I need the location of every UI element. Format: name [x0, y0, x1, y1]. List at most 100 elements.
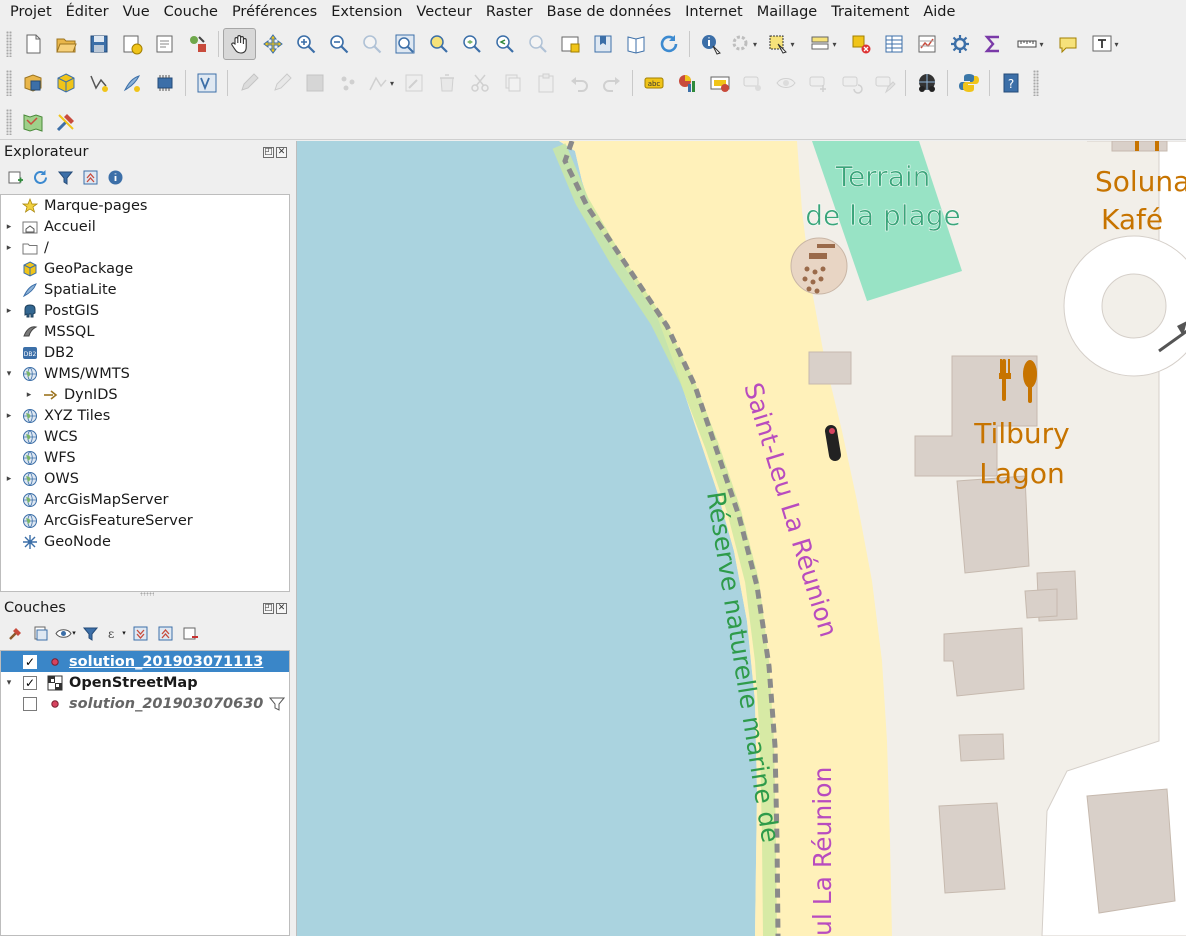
select-by-value-button[interactable]: ▾: [802, 28, 844, 60]
filter-browser-button[interactable]: [54, 166, 77, 188]
menu-vue[interactable]: Vue: [116, 0, 157, 25]
expand-arrow-icon[interactable]: ▸: [1, 411, 17, 421]
panel-splitter-handle[interactable]: [140, 592, 154, 596]
explorer-item-dynids[interactable]: ▸ DynIDS: [1, 384, 289, 405]
zoom-to-layer-button[interactable]: [454, 28, 487, 60]
expand-all-button[interactable]: [129, 622, 152, 644]
highlight-pinned-labels-button[interactable]: [703, 67, 736, 99]
explorer-item-geonode[interactable]: GeoNode: [1, 531, 289, 552]
layer-labeling-options-button[interactable]: abc: [637, 67, 670, 99]
help-button[interactable]: ?: [994, 67, 1027, 99]
collapse-arrow-icon[interactable]: ▾: [1, 678, 17, 688]
add-point-feature-button[interactable]: [331, 67, 364, 99]
filter-legend-button[interactable]: [79, 622, 102, 644]
measure-line-button[interactable]: ▾: [1009, 28, 1051, 60]
menu-preferences[interactable]: Préférences: [225, 0, 324, 25]
menu-raster[interactable]: Raster: [479, 0, 540, 25]
menu-maillage[interactable]: Maillage: [750, 0, 825, 25]
refresh-button[interactable]: [652, 28, 685, 60]
delete-selected-button[interactable]: [430, 67, 463, 99]
map-tips-button[interactable]: [1051, 28, 1084, 60]
zoom-out-button[interactable]: [322, 28, 355, 60]
show-hide-labels-button[interactable]: [769, 67, 802, 99]
run-feature-action-button[interactable]: ▾: [727, 28, 760, 60]
layout-manager-button[interactable]: [148, 28, 181, 60]
new-print-layout-button[interactable]: [115, 28, 148, 60]
change-label-button[interactable]: [868, 67, 901, 99]
explorer-item-arcgisfeatureserver[interactable]: ArcGisFeatureServer: [1, 510, 289, 531]
map-canvas[interactable]: Terrain de la plage Tilbury Lagon Soluna…: [296, 141, 1186, 936]
cut-features-button[interactable]: [463, 67, 496, 99]
style-manager-button[interactable]: [181, 28, 214, 60]
identify-features-button[interactable]: [694, 28, 727, 60]
copy-features-button[interactable]: [496, 67, 529, 99]
explorer-item-marque-pages[interactable]: Marque-pages: [1, 195, 289, 216]
save-project-button[interactable]: [82, 28, 115, 60]
enable-properties-button[interactable]: [104, 166, 127, 188]
modify-attributes-button[interactable]: [397, 67, 430, 99]
pan-map-button[interactable]: [223, 28, 256, 60]
layer-diagram-options-button[interactable]: [670, 67, 703, 99]
vertex-tool-button[interactable]: ▾: [364, 67, 397, 99]
remove-layer-button[interactable]: [179, 622, 202, 644]
zoom-full-button[interactable]: [388, 28, 421, 60]
close-panel-icon[interactable]: ✕: [276, 602, 287, 614]
current-edits-button[interactable]: [232, 67, 265, 99]
text-annotation-button[interactable]: ▾: [1084, 28, 1126, 60]
zoom-last-button[interactable]: [487, 28, 520, 60]
collapse-all-button[interactable]: [79, 166, 102, 188]
new-map-view-button[interactable]: [553, 28, 586, 60]
layer-row-solution-201903070630[interactable]: solution_201903070630: [1, 693, 289, 714]
paste-features-button[interactable]: [529, 67, 562, 99]
menu-internet[interactable]: Internet: [678, 0, 750, 25]
close-panel-icon[interactable]: ✕: [276, 146, 287, 158]
show-statistical-summary-button[interactable]: [976, 28, 1009, 60]
menu-vecteur[interactable]: Vecteur: [409, 0, 478, 25]
collapse-arrow-icon[interactable]: ▾: [1, 369, 17, 379]
new-geopackage-layer-button[interactable]: [49, 67, 82, 99]
statistical-summary-button[interactable]: [910, 28, 943, 60]
new-virtual-layer-button[interactable]: [190, 67, 223, 99]
menu-couche[interactable]: Couche: [157, 0, 225, 25]
new-temporary-layer-button[interactable]: [148, 67, 181, 99]
refresh-browser-button[interactable]: [29, 166, 52, 188]
zoom-native-resolution-button[interactable]: [355, 28, 388, 60]
explorer-item-arcgismapserver[interactable]: ArcGisMapServer: [1, 489, 289, 510]
new-project-button[interactable]: [16, 28, 49, 60]
zoom-next-button[interactable]: [520, 28, 553, 60]
new-bookmark-button[interactable]: [586, 28, 619, 60]
toolbar-handle[interactable]: [6, 108, 12, 135]
explorer-item-geopackage[interactable]: GeoPackage: [1, 258, 289, 279]
python-console-button[interactable]: [952, 67, 985, 99]
toggle-editing-button[interactable]: [265, 67, 298, 99]
layer-visibility-checkbox[interactable]: ✓: [23, 675, 37, 690]
expand-arrow-icon[interactable]: ▸: [1, 222, 17, 232]
explorer-item-db2[interactable]: DB2 DB2: [1, 342, 289, 363]
zoom-to-selection-button[interactable]: [421, 28, 454, 60]
toolbox-button[interactable]: [943, 28, 976, 60]
manage-map-themes-button[interactable]: ▾: [54, 622, 77, 644]
rotate-label-button[interactable]: [835, 67, 868, 99]
float-panel-icon[interactable]: ◰: [263, 146, 274, 158]
expand-arrow-icon[interactable]: ▸: [1, 474, 17, 484]
expand-arrow-icon[interactable]: ▸: [21, 390, 37, 400]
explorer-item-wms-wmts[interactable]: ▾ WMS/WMTS: [1, 363, 289, 384]
layer-visibility-checkbox[interactable]: ✓: [23, 654, 37, 669]
new-spatialite-layer-button[interactable]: [115, 67, 148, 99]
undo-button[interactable]: [562, 67, 595, 99]
layer-row-solution-201903071113[interactable]: ✓ solution_201903071113: [1, 651, 289, 672]
deselect-all-button[interactable]: [844, 28, 877, 60]
layer-row-openstreetmap[interactable]: ▾ ✓ OpenStreetMap: [1, 672, 289, 693]
plugin-map-button[interactable]: [16, 106, 49, 138]
osm-map-render[interactable]: Terrain de la plage Tilbury Lagon Soluna…: [297, 141, 1186, 936]
move-label-button[interactable]: [802, 67, 835, 99]
menu-aide[interactable]: Aide: [916, 0, 962, 25]
filter-by-expression-button[interactable]: ε ▾: [104, 622, 127, 644]
toolbar-handle[interactable]: [1033, 70, 1039, 96]
pan-to-selection-button[interactable]: [256, 28, 289, 60]
new-shapefile-layer-button[interactable]: [82, 67, 115, 99]
explorer-item-accueil[interactable]: ▸ Accueil: [1, 216, 289, 237]
explorer-item-wfs[interactable]: WFS: [1, 447, 289, 468]
layer-visibility-checkbox[interactable]: [23, 696, 37, 711]
explorer-item-root[interactable]: ▸ /: [1, 237, 289, 258]
